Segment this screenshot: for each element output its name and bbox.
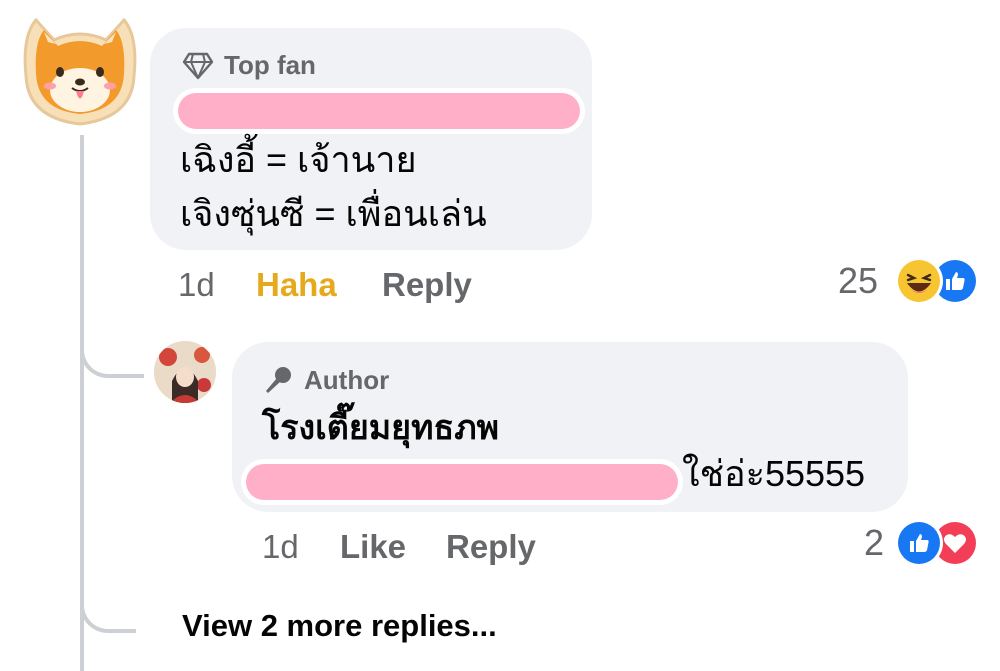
comment-line-1: เฉิงอี้ = เจ้านาย [180, 139, 417, 180]
comment-reaction-count[interactable]: 25 [838, 260, 878, 302]
top-fan-badge: Top fan [182, 50, 316, 81]
commenter-avatar[interactable] [14, 6, 146, 132]
comment-reply-button[interactable]: Reply [382, 266, 472, 304]
view-more-replies-link[interactable]: View 2 more replies... [182, 608, 497, 644]
author-avatar[interactable] [154, 341, 216, 403]
author-label: Author [304, 364, 390, 395]
like-thumb-icon [898, 522, 940, 564]
top-fan-label: Top fan [224, 50, 316, 80]
reply-text: ใช่อ่ะ55555 [682, 453, 866, 494]
reply-author-name[interactable]: โรงเตี๊ยมยุทธภพ [262, 404, 499, 452]
love-heart-icon [934, 522, 976, 564]
thread-branch-reply [80, 330, 144, 378]
reply-reply-button[interactable]: Reply [446, 528, 536, 566]
like-thumb-icon [934, 260, 976, 302]
reply-reaction-count[interactable]: 2 [864, 522, 884, 564]
reply-like-button[interactable]: Like [340, 528, 406, 566]
comment-timestamp[interactable]: 1d [178, 266, 215, 304]
thread-branch-more [80, 585, 136, 633]
diamond-icon [182, 52, 214, 79]
redacted-mention [246, 464, 678, 500]
redacted-commenter-name [178, 93, 580, 129]
reply-timestamp[interactable]: 1d [262, 528, 299, 566]
haha-emoji-icon [898, 260, 940, 302]
microphone-icon [266, 367, 291, 393]
haha-reaction-button[interactable]: Haha [256, 266, 337, 304]
author-badge: Author [262, 364, 389, 396]
comment-line-2: เจิงซุ่นซี = เพื่อนเล่น [180, 193, 487, 234]
